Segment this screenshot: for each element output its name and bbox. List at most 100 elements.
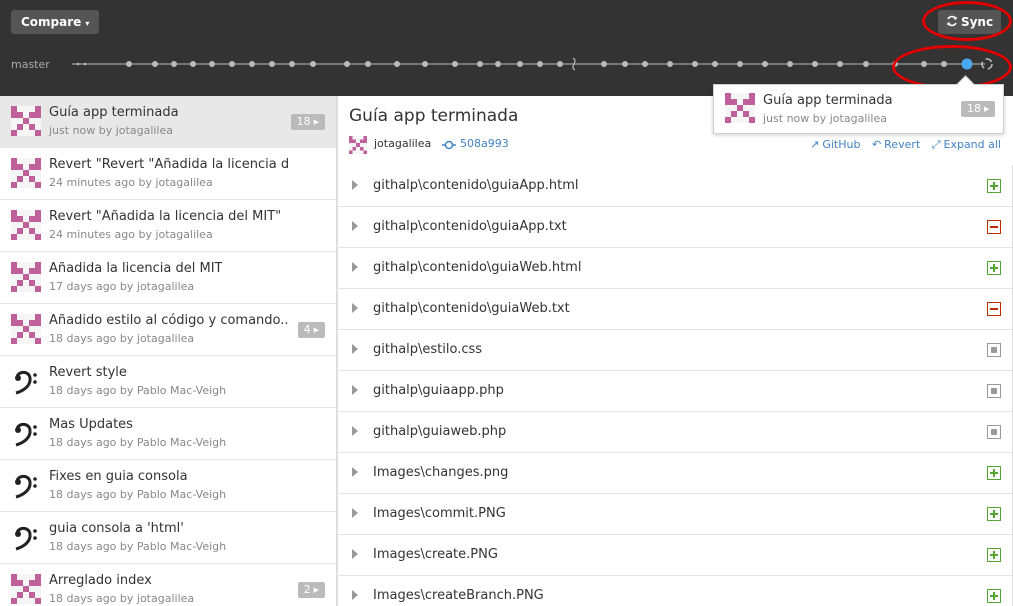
commit-item-meta: 18 days ago by Pablo Mac-Veigh <box>49 436 227 449</box>
annotation-circle-timeline <box>892 45 1012 89</box>
commit-timeline[interactable] <box>0 46 1013 82</box>
changed-file-row[interactable]: githalp\contenido\guiaWeb.html <box>337 248 1013 289</box>
avatar-bass-clef <box>15 526 37 551</box>
avatar <box>11 366 41 396</box>
avatar <box>11 158 41 188</box>
expand-all-button[interactable]: ⤢ Expand all <box>932 138 1001 151</box>
commit-item-meta: just now by jotagalilea <box>49 124 173 137</box>
file-added-icon <box>987 179 1001 193</box>
commit-sha-link[interactable]: 508a993 <box>460 137 509 150</box>
commit-list-item[interactable]: Añadida la licencia del MIT 17 days ago b… <box>0 252 336 304</box>
github-link[interactable]: ↗ GitHub <box>810 138 860 151</box>
changed-file-row[interactable]: githalp\contenido\guiaWeb.txt <box>337 289 1013 330</box>
avatar <box>11 522 41 552</box>
file-path: Images\commit.PNG <box>373 506 506 521</box>
commit-list-item[interactable]: Revert "Revert "Añadida la licencia del … <box>0 148 336 200</box>
expand-arrow-icon[interactable] <box>352 385 358 395</box>
external-link-icon: ↗ <box>810 138 820 151</box>
avatar-jotagalilea <box>11 574 41 604</box>
commit-list-item[interactable]: Revert "Añadida la licencia del MIT" 24 m… <box>0 200 336 252</box>
expand-arrow-icon[interactable] <box>352 262 358 272</box>
chevron-right-icon: ▶ <box>313 326 319 334</box>
changed-file-row[interactable]: githalp\contenido\guiaApp.txt <box>337 207 1013 248</box>
avatar-jotagalilea <box>11 262 41 292</box>
author-name[interactable]: jotagalilea <box>374 137 431 150</box>
file-removed-icon <box>987 302 1001 316</box>
file-count: 18 <box>296 115 311 128</box>
commit-item-title: Guía app terminada <box>49 105 179 120</box>
file-count-badge[interactable]: 18 ▶ <box>290 114 325 130</box>
commit-list: Guía app terminada just now by jotagalile… <box>0 96 337 606</box>
annotation-circle-sync <box>922 1 1012 41</box>
commit-item-meta: 18 days ago by jotagalilea <box>49 592 195 605</box>
file-added-icon <box>987 507 1001 521</box>
commit-list-item[interactable]: Revert style 18 days ago by Pablo Mac-Vei… <box>0 356 336 408</box>
commit-item-meta: 18 days ago by Pablo Mac-Veigh <box>49 384 227 397</box>
commit-list-item[interactable]: Guía app terminada just now by jotagalile… <box>0 96 336 148</box>
compare-button[interactable]: Compare ▾ <box>11 10 100 34</box>
revert-icon: ↶ <box>871 138 882 151</box>
file-count-badge[interactable]: 4 ▶ <box>297 322 325 338</box>
file-added-icon <box>987 548 1001 562</box>
changed-file-row[interactable]: githalp\guiaapp.php <box>337 371 1013 412</box>
avatar <box>11 314 41 344</box>
commit-list-item[interactable]: Mas Updates 18 days ago by Pablo Mac-Veig… <box>0 408 336 460</box>
commit-list-item[interactable]: guia consola a 'html' 18 days ago by Pabl… <box>0 512 336 564</box>
expand-arrow-icon[interactable] <box>352 508 358 518</box>
file-modified-icon <box>987 425 1001 439</box>
commit-list-item[interactable]: Arreglado index 18 days ago by jotagalile… <box>0 564 336 606</box>
avatar <box>11 262 41 292</box>
file-count: 4 <box>303 323 311 336</box>
chevron-right-icon: ▶ <box>313 118 319 126</box>
chevron-down-icon: ▾ <box>85 19 90 28</box>
changed-file-row[interactable]: githalp\contenido\guiaApp.html <box>337 166 1013 207</box>
commit-item-title: Revert "Revert "Añadida la licencia del … <box>49 157 289 172</box>
commit-item-title: Añadida la licencia del MIT <box>49 261 223 276</box>
changed-file-row[interactable]: githalp\estilo.css <box>337 330 1013 371</box>
avatar-bass-clef <box>15 474 37 499</box>
chevron-right-icon: ▶ <box>313 586 319 594</box>
commit-item-meta: 24 minutes ago by jotagalilea <box>49 228 213 241</box>
commit-item-meta: 18 days ago by jotagalilea <box>49 332 195 345</box>
file-removed-icon <box>987 220 1001 234</box>
commit-item-title: Añadido estilo al código y comando... <box>49 313 289 328</box>
revert-label: Revert <box>884 138 921 151</box>
file-path: Images\createBranch.PNG <box>373 588 544 603</box>
expand-arrow-icon[interactable] <box>352 303 358 313</box>
expand-arrow-icon[interactable] <box>352 467 358 477</box>
file-path: githalp\contenido\guiaWeb.html <box>373 260 582 275</box>
changed-file-row[interactable]: Images\createBranch.PNG <box>337 576 1013 606</box>
changed-files-list: githalp\contenido\guiaApp.html githalp\co… <box>337 166 1013 606</box>
file-modified-icon <box>987 384 1001 398</box>
avatar-jotagalilea <box>349 136 367 154</box>
expand-arrow-icon[interactable] <box>352 221 358 231</box>
avatar-jotagalilea <box>11 314 41 344</box>
changed-file-row[interactable]: Images\create.PNG <box>337 535 1013 576</box>
revert-button[interactable]: ↶ Revert <box>872 138 920 151</box>
changed-file-row[interactable]: Images\changes.png <box>337 453 1013 494</box>
commit-list-item[interactable]: Fixes en guia consola 18 days ago by Pabl… <box>0 460 336 512</box>
commit-item-title: Fixes en guia consola <box>49 469 188 484</box>
file-path: Images\create.PNG <box>373 547 498 562</box>
compare-label: Compare <box>21 15 82 29</box>
file-path: githalp\contenido\guiaApp.txt <box>373 219 567 234</box>
file-path: githalp\estilo.css <box>373 342 483 357</box>
commit-list-item[interactable]: Añadido estilo al código y comando... 18 … <box>0 304 336 356</box>
commit-item-meta: 18 days ago by Pablo Mac-Veigh <box>49 488 227 501</box>
changed-file-row[interactable]: Images\commit.PNG <box>337 494 1013 535</box>
commit-item-meta: 18 days ago by Pablo Mac-Veigh <box>49 540 227 553</box>
file-path: githalp\contenido\guiaWeb.txt <box>373 301 570 316</box>
avatar <box>11 470 41 500</box>
commit-item-meta: 24 minutes ago by jotagalilea <box>49 176 213 189</box>
expand-arrow-icon[interactable] <box>352 344 358 354</box>
expand-arrow-icon[interactable] <box>352 426 358 436</box>
expand-arrow-icon[interactable] <box>352 549 358 559</box>
changed-file-row[interactable]: githalp\guiaweb.php <box>337 412 1013 453</box>
expand-arrow-icon[interactable] <box>352 180 358 190</box>
commit-detail: Guía app terminada jotagalilea 508a993 ↗… <box>337 96 1013 606</box>
avatar-bass-clef <box>15 370 37 395</box>
expand-arrow-icon[interactable] <box>352 590 358 600</box>
commit-item-title: Revert "Añadida la licencia del MIT" <box>49 209 282 224</box>
file-count-badge[interactable]: 2 ▶ <box>297 582 325 598</box>
commit-item-title: Revert style <box>49 365 127 380</box>
